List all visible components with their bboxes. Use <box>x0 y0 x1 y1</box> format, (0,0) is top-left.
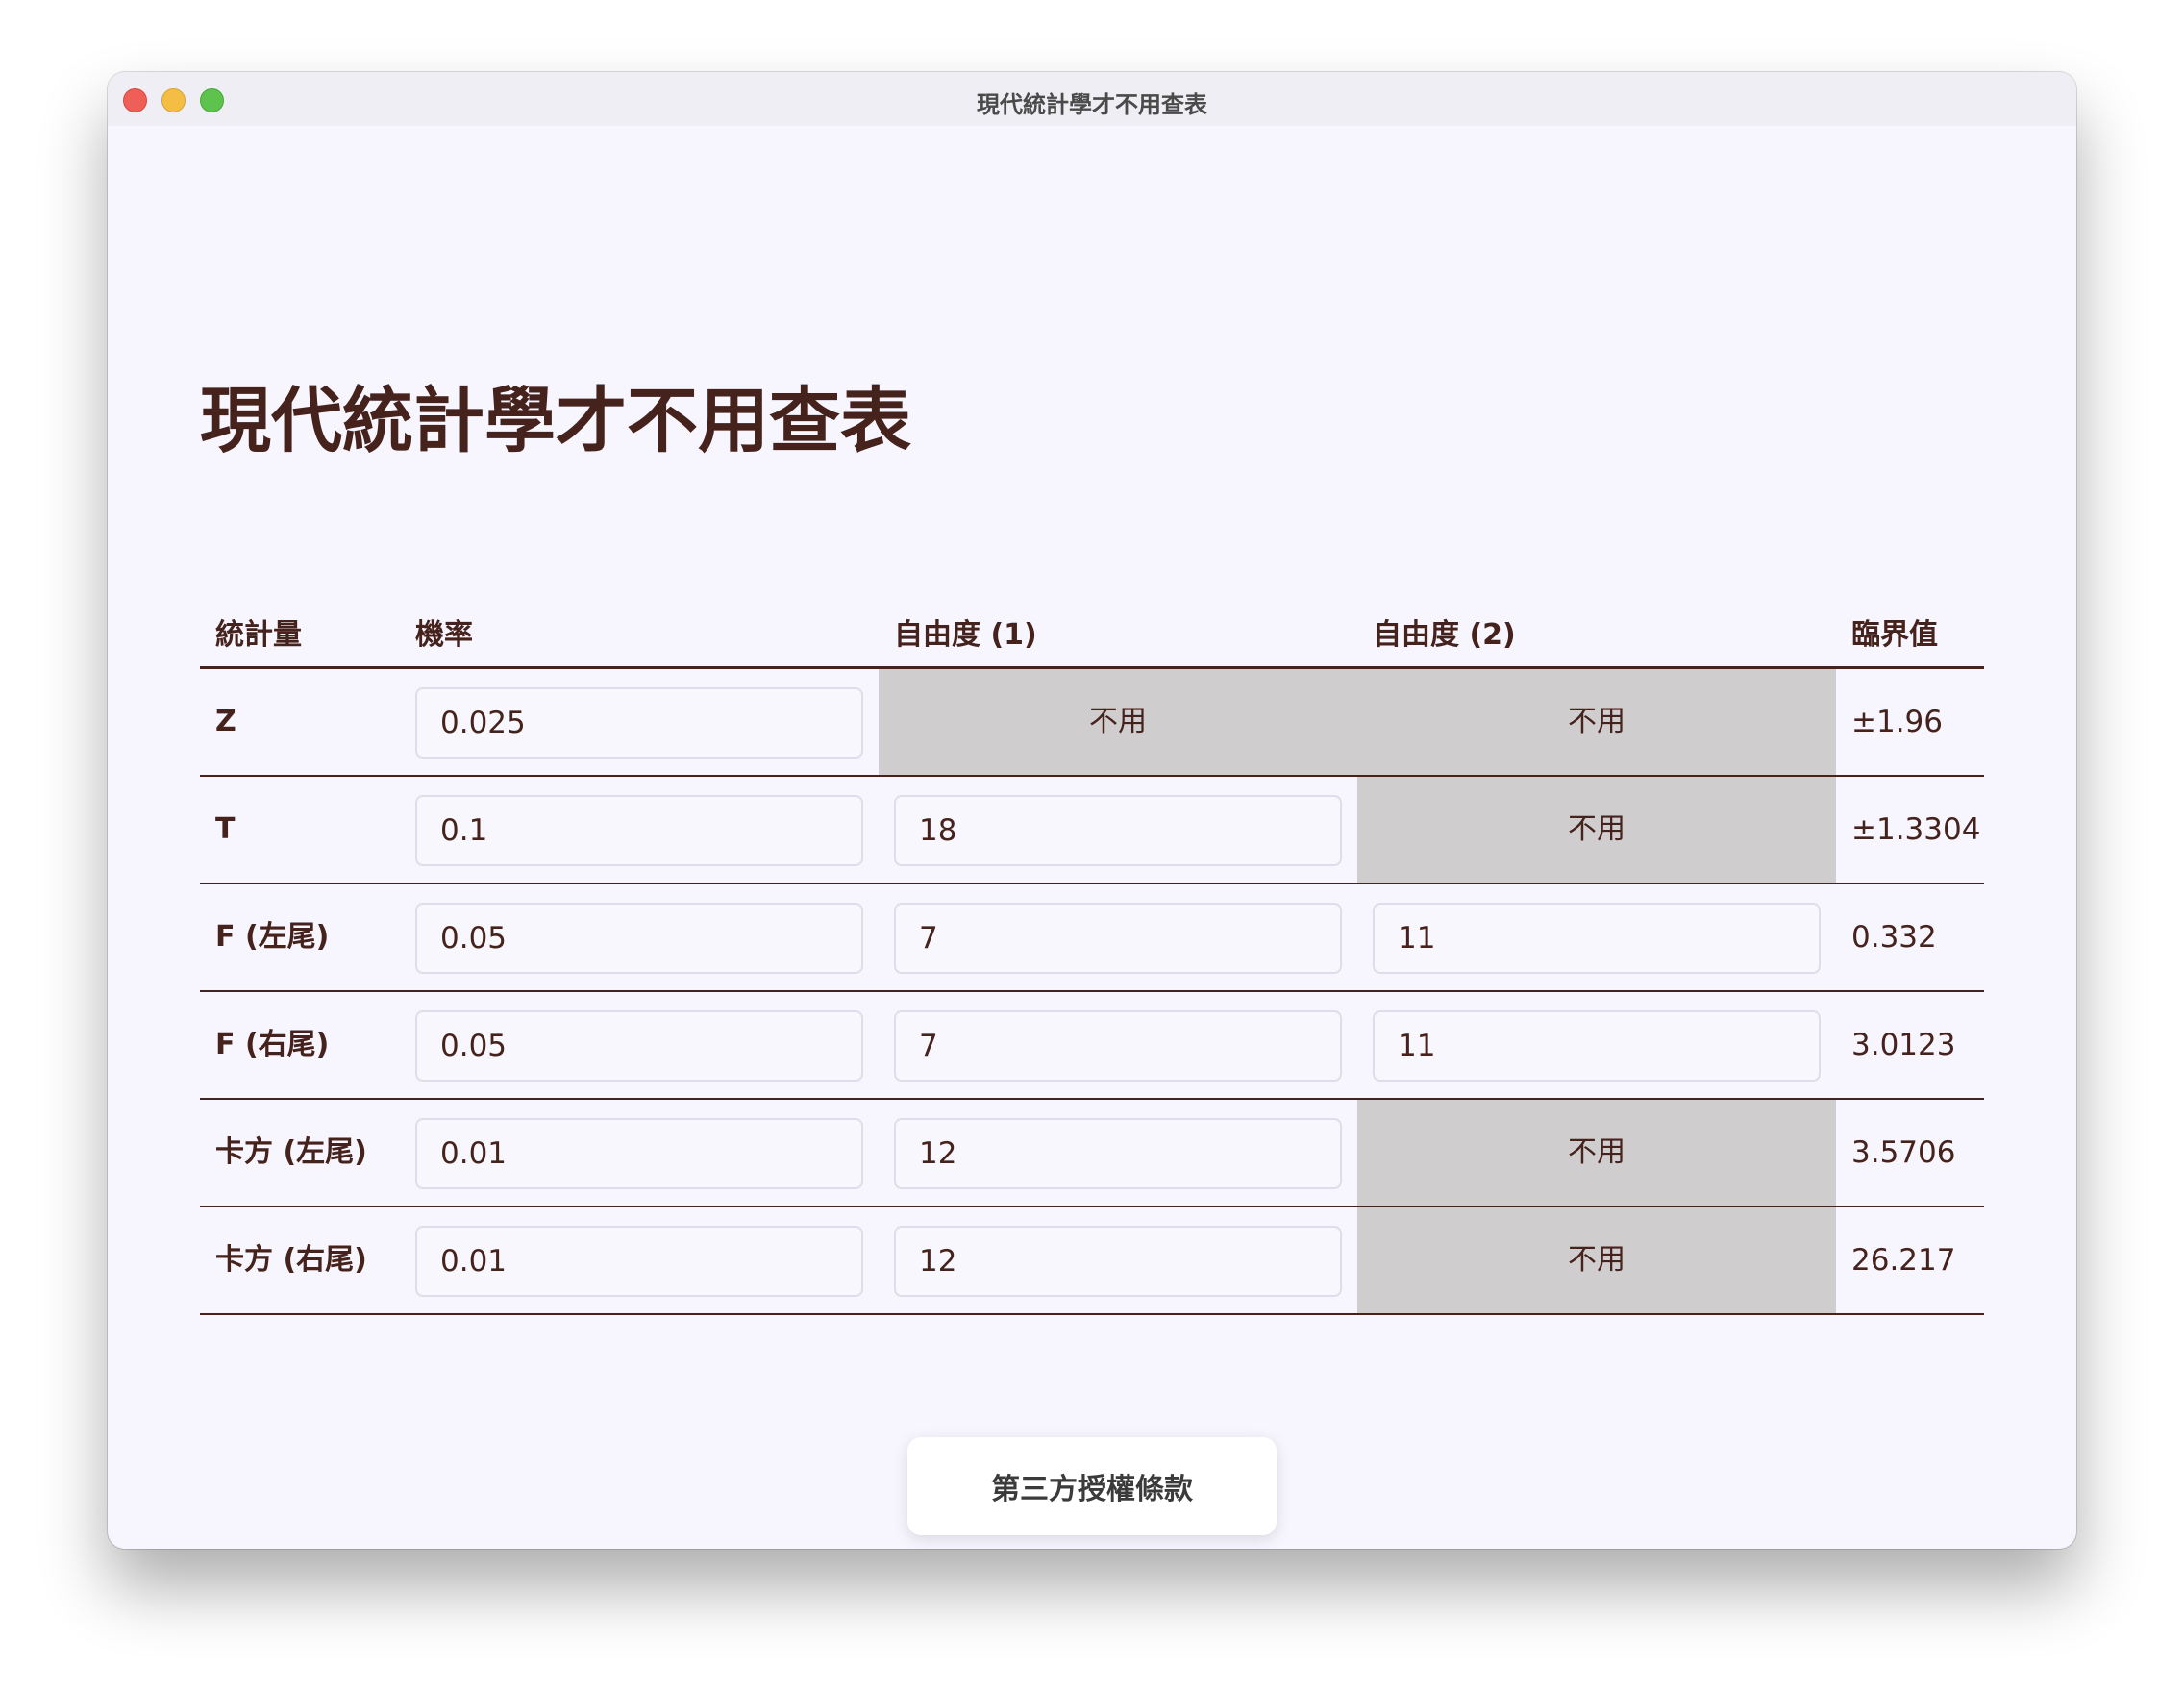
title-bar: 現代統計學才不用查表 <box>108 72 2076 126</box>
df2-input[interactable] <box>1373 903 1821 974</box>
critical-value: 26.217 <box>1851 1243 1956 1278</box>
table-row-chi-right: 卡方 (右尾) 不用 26.217 <box>200 1207 1984 1315</box>
table-row-t: T 不用 ±1.3304 <box>200 777 1984 884</box>
header-probability: 機率 <box>400 601 879 666</box>
df1-disabled-cell: 不用 <box>879 669 1357 775</box>
app-window: 現代統計學才不用查表 現代統計學才不用查表 統計量 機率 自由度 (1) 自由度… <box>108 72 2076 1549</box>
critical-value-table: 統計量 機率 自由度 (1) 自由度 (2) 臨界值 Z 不用 不用 ±1.96… <box>200 601 1984 1315</box>
probability-input[interactable] <box>415 1226 863 1297</box>
critical-value: 3.5706 <box>1851 1135 1956 1170</box>
window-title: 現代統計學才不用查表 <box>977 91 1207 118</box>
df1-input[interactable] <box>894 1118 1342 1189</box>
third-party-licenses-button[interactable]: 第三方授權條款 <box>907 1437 1277 1535</box>
probability-input[interactable] <box>415 1118 863 1189</box>
table-row-chi-left: 卡方 (左尾) 不用 3.5706 <box>200 1100 1984 1207</box>
header-df1-label: 自由度 (1) <box>894 618 1037 652</box>
df2-disabled-cell: 不用 <box>1357 669 1836 775</box>
row-label: F (左尾) <box>215 920 330 954</box>
header-df2: 自由度 (2) <box>1357 601 1836 666</box>
header-df2-label: 自由度 (2) <box>1373 618 1516 652</box>
table-header-row: 統計量 機率 自由度 (1) 自由度 (2) 臨界值 <box>200 601 1984 669</box>
df2-disabled-label: 不用 <box>1568 1135 1626 1169</box>
row-label: 卡方 (右尾) <box>215 1243 367 1277</box>
df2-disabled-label: 不用 <box>1568 1243 1626 1277</box>
probability-input[interactable] <box>415 1010 863 1082</box>
header-statistic: 統計量 <box>200 601 400 666</box>
page-title: 現代統計學才不用查表 <box>200 380 911 462</box>
header-critical: 臨界值 <box>1836 601 1984 666</box>
table-row-f-right: F (右尾) 3.0123 <box>200 992 1984 1100</box>
df2-disabled-cell: 不用 <box>1357 1207 1836 1313</box>
df1-input[interactable] <box>894 1226 1342 1297</box>
header-critical-label: 臨界值 <box>1851 618 1938 652</box>
table-row-f-left: F (左尾) 0.332 <box>200 884 1984 992</box>
table-row-z: Z 不用 不用 ±1.96 <box>200 669 1984 777</box>
df2-disabled-label: 不用 <box>1568 705 1626 738</box>
df2-disabled-cell: 不用 <box>1357 777 1836 883</box>
df2-disabled-label: 不用 <box>1568 812 1626 846</box>
critical-value: 0.332 <box>1851 920 1937 955</box>
header-statistic-label: 統計量 <box>215 618 302 652</box>
df1-input[interactable] <box>894 795 1342 866</box>
critical-value: 3.0123 <box>1851 1028 1956 1062</box>
critical-value: ±1.3304 <box>1851 812 1981 847</box>
probability-input[interactable] <box>415 795 863 866</box>
df2-input[interactable] <box>1373 1010 1821 1082</box>
row-label: T <box>215 812 236 846</box>
row-label: F (右尾) <box>215 1028 330 1061</box>
row-label: 卡方 (左尾) <box>215 1135 367 1169</box>
row-label: Z <box>215 705 236 738</box>
df1-input[interactable] <box>894 903 1342 974</box>
main-content: 現代統計學才不用查表 統計量 機率 自由度 (1) 自由度 (2) 臨界值 Z … <box>108 126 2076 1549</box>
header-probability-label: 機率 <box>415 618 473 652</box>
header-df1: 自由度 (1) <box>879 601 1357 666</box>
df1-input[interactable] <box>894 1010 1342 1082</box>
probability-input[interactable] <box>415 903 863 974</box>
df2-disabled-cell: 不用 <box>1357 1100 1836 1206</box>
critical-value: ±1.96 <box>1851 705 1943 739</box>
df1-disabled-label: 不用 <box>1089 705 1147 738</box>
probability-input[interactable] <box>415 687 863 759</box>
